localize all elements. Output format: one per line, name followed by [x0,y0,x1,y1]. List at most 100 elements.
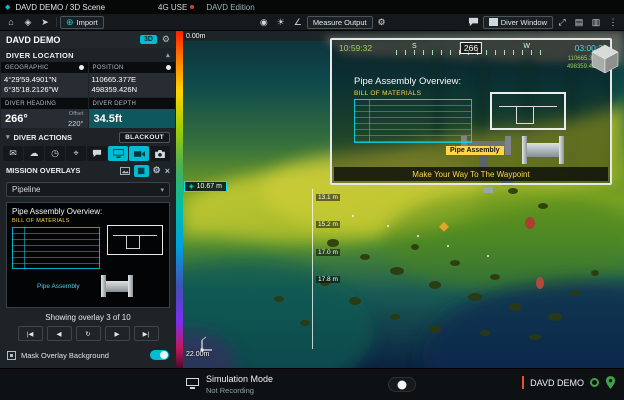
mission-overlays-header[interactable]: MISSION OVERLAYS ▦ ⚙ × [0,163,176,178]
layout-left-button[interactable]: ▤ [571,16,587,29]
mask-icon [7,351,16,360]
measure-line [312,189,313,349]
mask-overlay-label: Mask Overlay Background [21,351,109,360]
diver-action-icons: ✉ ☁ ◷ ⌖ [0,145,176,163]
layers-icon: ◈ [25,17,32,28]
diver-window-button[interactable]: Diver Window [483,16,553,29]
overlay-select-value: Pipeline [12,185,40,194]
hud-compass: S 266 W [396,42,546,57]
grid-overlay-button[interactable]: ▦ [134,165,149,177]
preview-pipe-graphic [101,275,133,297]
compass-south-label: S [412,43,417,50]
settings-button[interactable]: ⚙ [374,16,390,29]
diver-hud-window: 10:59:32 03:00:2 S 266 W 110665.377E 498… [330,38,612,185]
layers-button[interactable]: ◈ [20,16,36,29]
geographic-toggle-dot[interactable] [79,65,84,70]
panel-grid-icon: ▥ [592,17,601,28]
preview-diagram [107,225,163,255]
image-overlay-button[interactable] [120,167,130,175]
overlay-close-button[interactable]: × [165,166,170,176]
depth-label: DIVER DEPTH [93,101,137,107]
view-cube[interactable] [591,44,619,74]
recording-status-label: Not Recording [206,386,254,395]
timer-button[interactable]: ◷ [45,146,65,161]
record-button[interactable] [388,377,416,392]
more-button[interactable]: ⋮ [605,16,621,29]
sun-icon: ☀ [277,17,285,28]
target-button[interactable]: ⌖ [66,146,86,161]
panel-title: DAVD DEMO [6,35,60,45]
window-icon [489,18,498,26]
depth-color-legend [176,31,183,368]
home-button[interactable]: ⌂ [3,16,19,29]
diver-actions-label: DIVER ACTIONS [14,133,72,142]
heading-value: 266° [5,113,28,125]
home-icon: ⌂ [8,17,13,27]
mode-3d-badge[interactable]: 3D [140,35,157,44]
overlay-preview[interactable]: Pipe Assembly Overview: BILL OF MATERIAL… [6,202,170,308]
panel-gear-icon[interactable]: ⚙ [162,34,170,45]
expand-icon: ⤢ [558,17,565,28]
measure-output-button[interactable]: Measure Output [307,16,373,29]
depth-cell: DIVER DEPTH 34.5ft [89,98,176,128]
hud-bom-table [354,99,472,143]
blackout-button[interactable]: BLACKOUT [119,132,170,143]
cloud-icon: ☁ [30,148,39,159]
last-overlay-button[interactable]: ▶| [134,326,159,341]
mask-overlay-toggle[interactable] [150,350,169,360]
first-overlay-button[interactable]: |◀ [18,326,43,341]
video-feed-button[interactable] [129,146,149,161]
network-label: 4G USE [158,3,187,12]
chat-button[interactable] [466,16,482,29]
overlay-settings-button[interactable]: ⚙ [153,165,161,176]
measure-label: 17.8 m [316,276,340,283]
position-toggle-dot[interactable] [166,65,171,70]
measure-label: 17.0 m [316,249,340,256]
camera-button[interactable] [150,146,170,161]
window-title: DAVD DEMO / 3D Scene [15,3,105,12]
lighting-button[interactable]: ☀ [273,16,289,29]
axes-gizmo-icon[interactable] [198,336,214,352]
network-status-dot [190,5,194,9]
timer-icon: ◷ [51,148,59,159]
loop-overlay-button[interactable]: ↻ [76,326,101,341]
easting-value: 110665.377E [92,75,173,85]
measure-label: 15.2 m [316,221,340,228]
screen-share-button[interactable] [108,146,128,161]
scene-viewport[interactable]: 0.00m 22.00m ◈ 10.67 m 13.1 m 15.2 m 17.… [176,31,624,368]
hud-overlay-caption: Pipe Assembly [446,146,504,155]
chat-message-button[interactable] [87,146,107,161]
main-toolbar: ⌂ ◈ ➤ ⊕ Import ◉ ☀ ∠ Measure Output ⚙ Di… [0,14,624,31]
monitor-icon [113,149,124,158]
longitude-value: 6°35'18.2126"W [4,85,85,95]
edition-label: DAVD Edition [206,3,254,12]
weather-button[interactable]: ☁ [24,146,44,161]
user-name-label: DAVD DEMO [530,378,584,388]
measure-label: 13.1 m [316,194,340,201]
message-button[interactable]: ✉ [3,146,23,161]
connection-status-icon[interactable] [590,378,599,387]
marker-icon: ◈ [189,183,194,190]
location-pin-icon[interactable] [605,376,616,389]
diver-location-header[interactable]: DIVER LOCATION ▴ [0,48,176,62]
diver-actions-header[interactable]: ▾ DIVER ACTIONS BLACKOUT [0,129,176,145]
preview-bom-table [12,227,100,269]
measure-tool-button[interactable]: ∠ [290,16,306,29]
next-overlay-button[interactable]: ▶ [105,326,130,341]
compass-heading-value: 266 [460,42,482,54]
depth-value: 34.5ft [94,113,123,125]
diver-window-label: Diver Window [501,18,547,27]
heading-value-row: 266° Offset 220° [1,109,88,128]
previous-overlay-button[interactable]: ◀ [47,326,72,341]
title-bar: ◆ DAVD DEMO / 3D Scene 4G USE DAVD Editi… [0,0,624,14]
visibility-button[interactable]: ◉ [256,16,272,29]
import-button[interactable]: ⊕ Import [60,16,104,29]
chevron-up-icon: ▴ [166,51,170,59]
fullscreen-button[interactable]: ⤢ [554,16,570,29]
preview-subtitle: BILL OF MATERIALS [12,218,70,224]
picture-icon [120,167,130,175]
overlay-select[interactable]: Pipeline ▾ [6,182,170,197]
layout-grid-button[interactable]: ▥ [588,16,604,29]
plus-icon: ⊕ [66,16,74,29]
select-tool-button[interactable]: ➤ [37,16,53,29]
